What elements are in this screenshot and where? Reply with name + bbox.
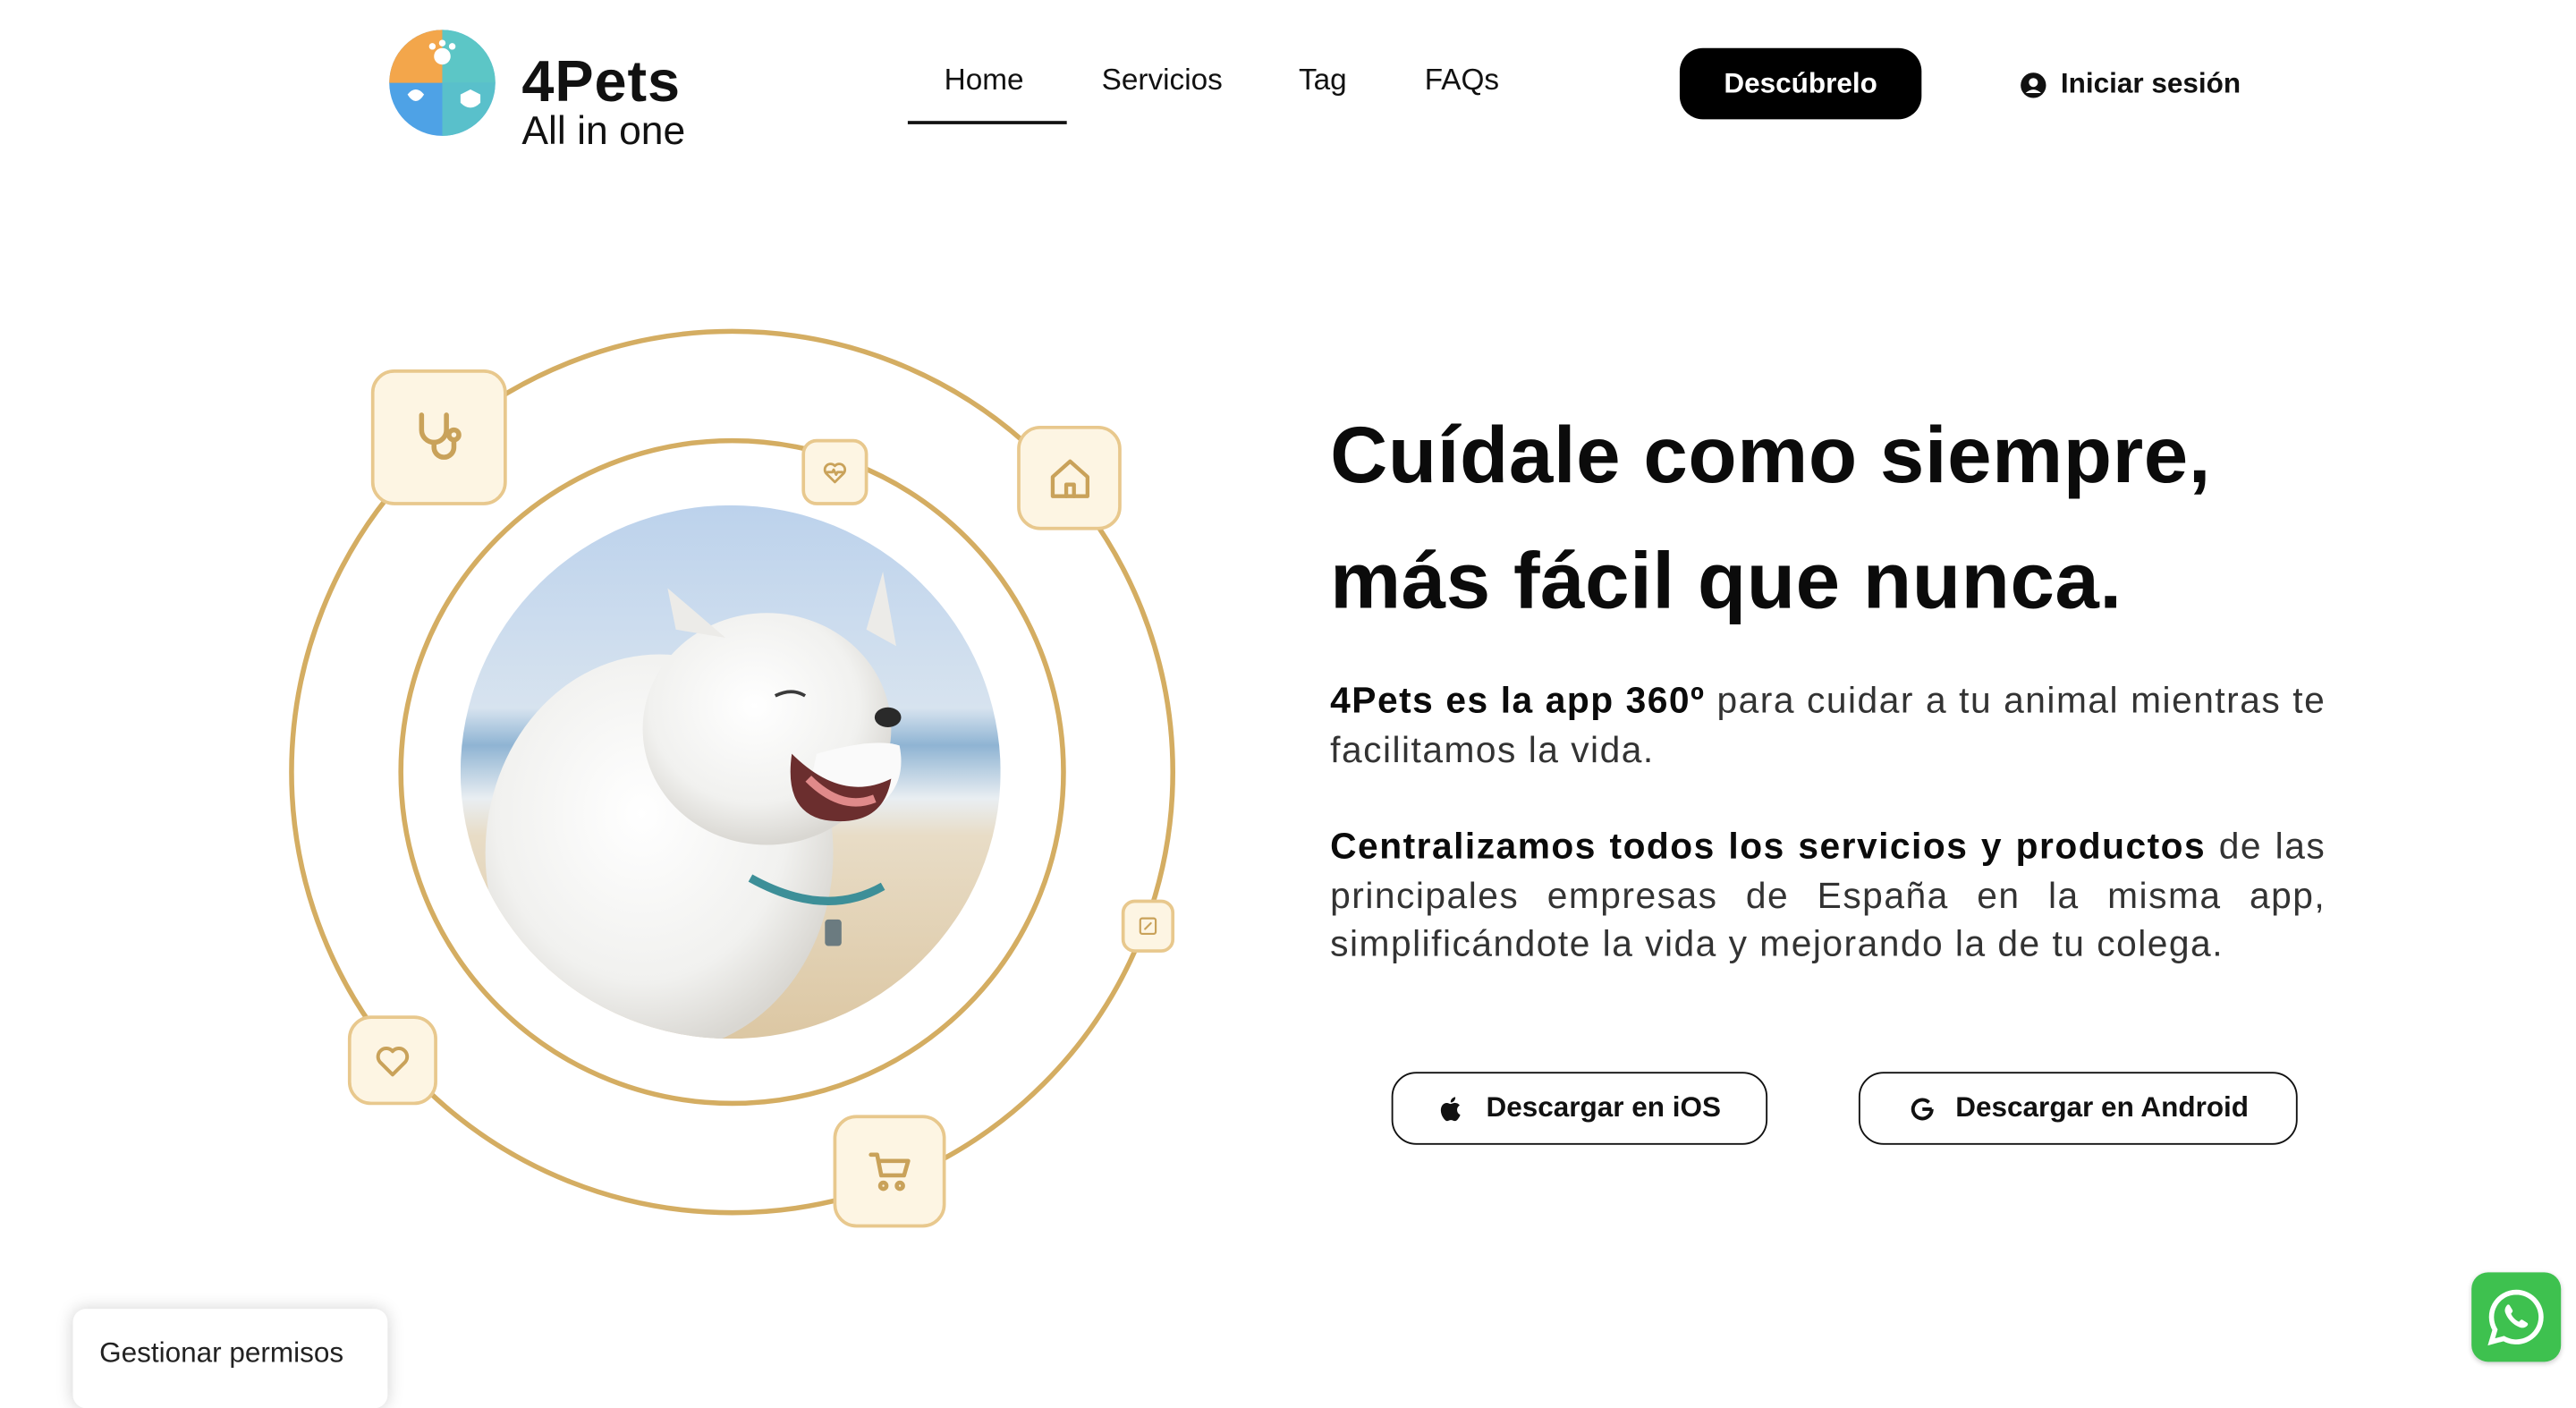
- samoyed-image: [460, 505, 1001, 1039]
- headline-line-2: más fácil que nunca.: [1330, 538, 2123, 627]
- stethoscope-tile: [370, 369, 507, 505]
- nav-item-tag[interactable]: Tag: [1299, 63, 1347, 98]
- whatsapp-icon: [2487, 1289, 2544, 1346]
- nav-item-faqs[interactable]: FAQs: [1425, 63, 1499, 98]
- logo-mark-icon: [389, 30, 496, 136]
- download-ios-button[interactable]: Descargar en iOS: [1391, 1072, 1768, 1145]
- cart-tile: [833, 1115, 946, 1228]
- document-tile: [1121, 899, 1175, 953]
- stethoscope-icon: [419, 412, 462, 460]
- discover-button[interactable]: Descúbrelo: [1679, 47, 1922, 120]
- hero-paragraph-1: 4Pets es la app 360º para cuidar a tu an…: [1330, 676, 2326, 774]
- cart-icon: [869, 1152, 911, 1192]
- heart-pulse-tile: [801, 438, 869, 505]
- login-link[interactable]: Iniciar sesión: [2020, 63, 2241, 106]
- p1-bold: 4Pets es la app 360º: [1330, 679, 1706, 721]
- hero-headline: Cuídale como siempre, más fácil que nunc…: [1330, 394, 2390, 647]
- android-label: Descargar en Android: [1955, 1091, 2250, 1124]
- brand-tagline: All in one: [521, 109, 686, 155]
- nav-active-indicator: [907, 121, 1067, 124]
- dog-photo: [460, 505, 1001, 1039]
- brand-logo[interactable]: 4Pets All in one: [387, 28, 702, 151]
- heart-tile: [347, 1015, 437, 1106]
- login-label: Iniciar sesión: [2060, 67, 2241, 100]
- document-icon: [1139, 917, 1157, 935]
- whatsapp-chat-button[interactable]: [2471, 1272, 2562, 1362]
- consent-manage-button[interactable]: Gestionar permisos: [72, 1309, 388, 1408]
- nav-item-servicios[interactable]: Servicios: [1102, 63, 1223, 98]
- heart-icon: [376, 1047, 410, 1077]
- apple-icon: [1441, 1096, 1461, 1121]
- download-android-button[interactable]: Descargar en Android: [1858, 1072, 2298, 1145]
- nav-item-home[interactable]: Home: [945, 63, 1024, 98]
- headline-line-1: Cuídale como siempre,: [1330, 412, 2212, 501]
- ios-label: Descargar en iOS: [1486, 1091, 1721, 1124]
- brand-name: 4Pets: [521, 49, 681, 115]
- hero-paragraph-2: Centralizamos todos los servicios y prod…: [1330, 822, 2326, 969]
- heart-pulse-icon: [823, 462, 847, 484]
- home-icon: [1049, 458, 1089, 497]
- p2-bold: Centralizamos todos los servicios y prod…: [1330, 825, 2207, 867]
- home-tile: [1017, 425, 1122, 530]
- google-icon: [1910, 1097, 1933, 1120]
- user-circle-icon: [2021, 72, 2046, 98]
